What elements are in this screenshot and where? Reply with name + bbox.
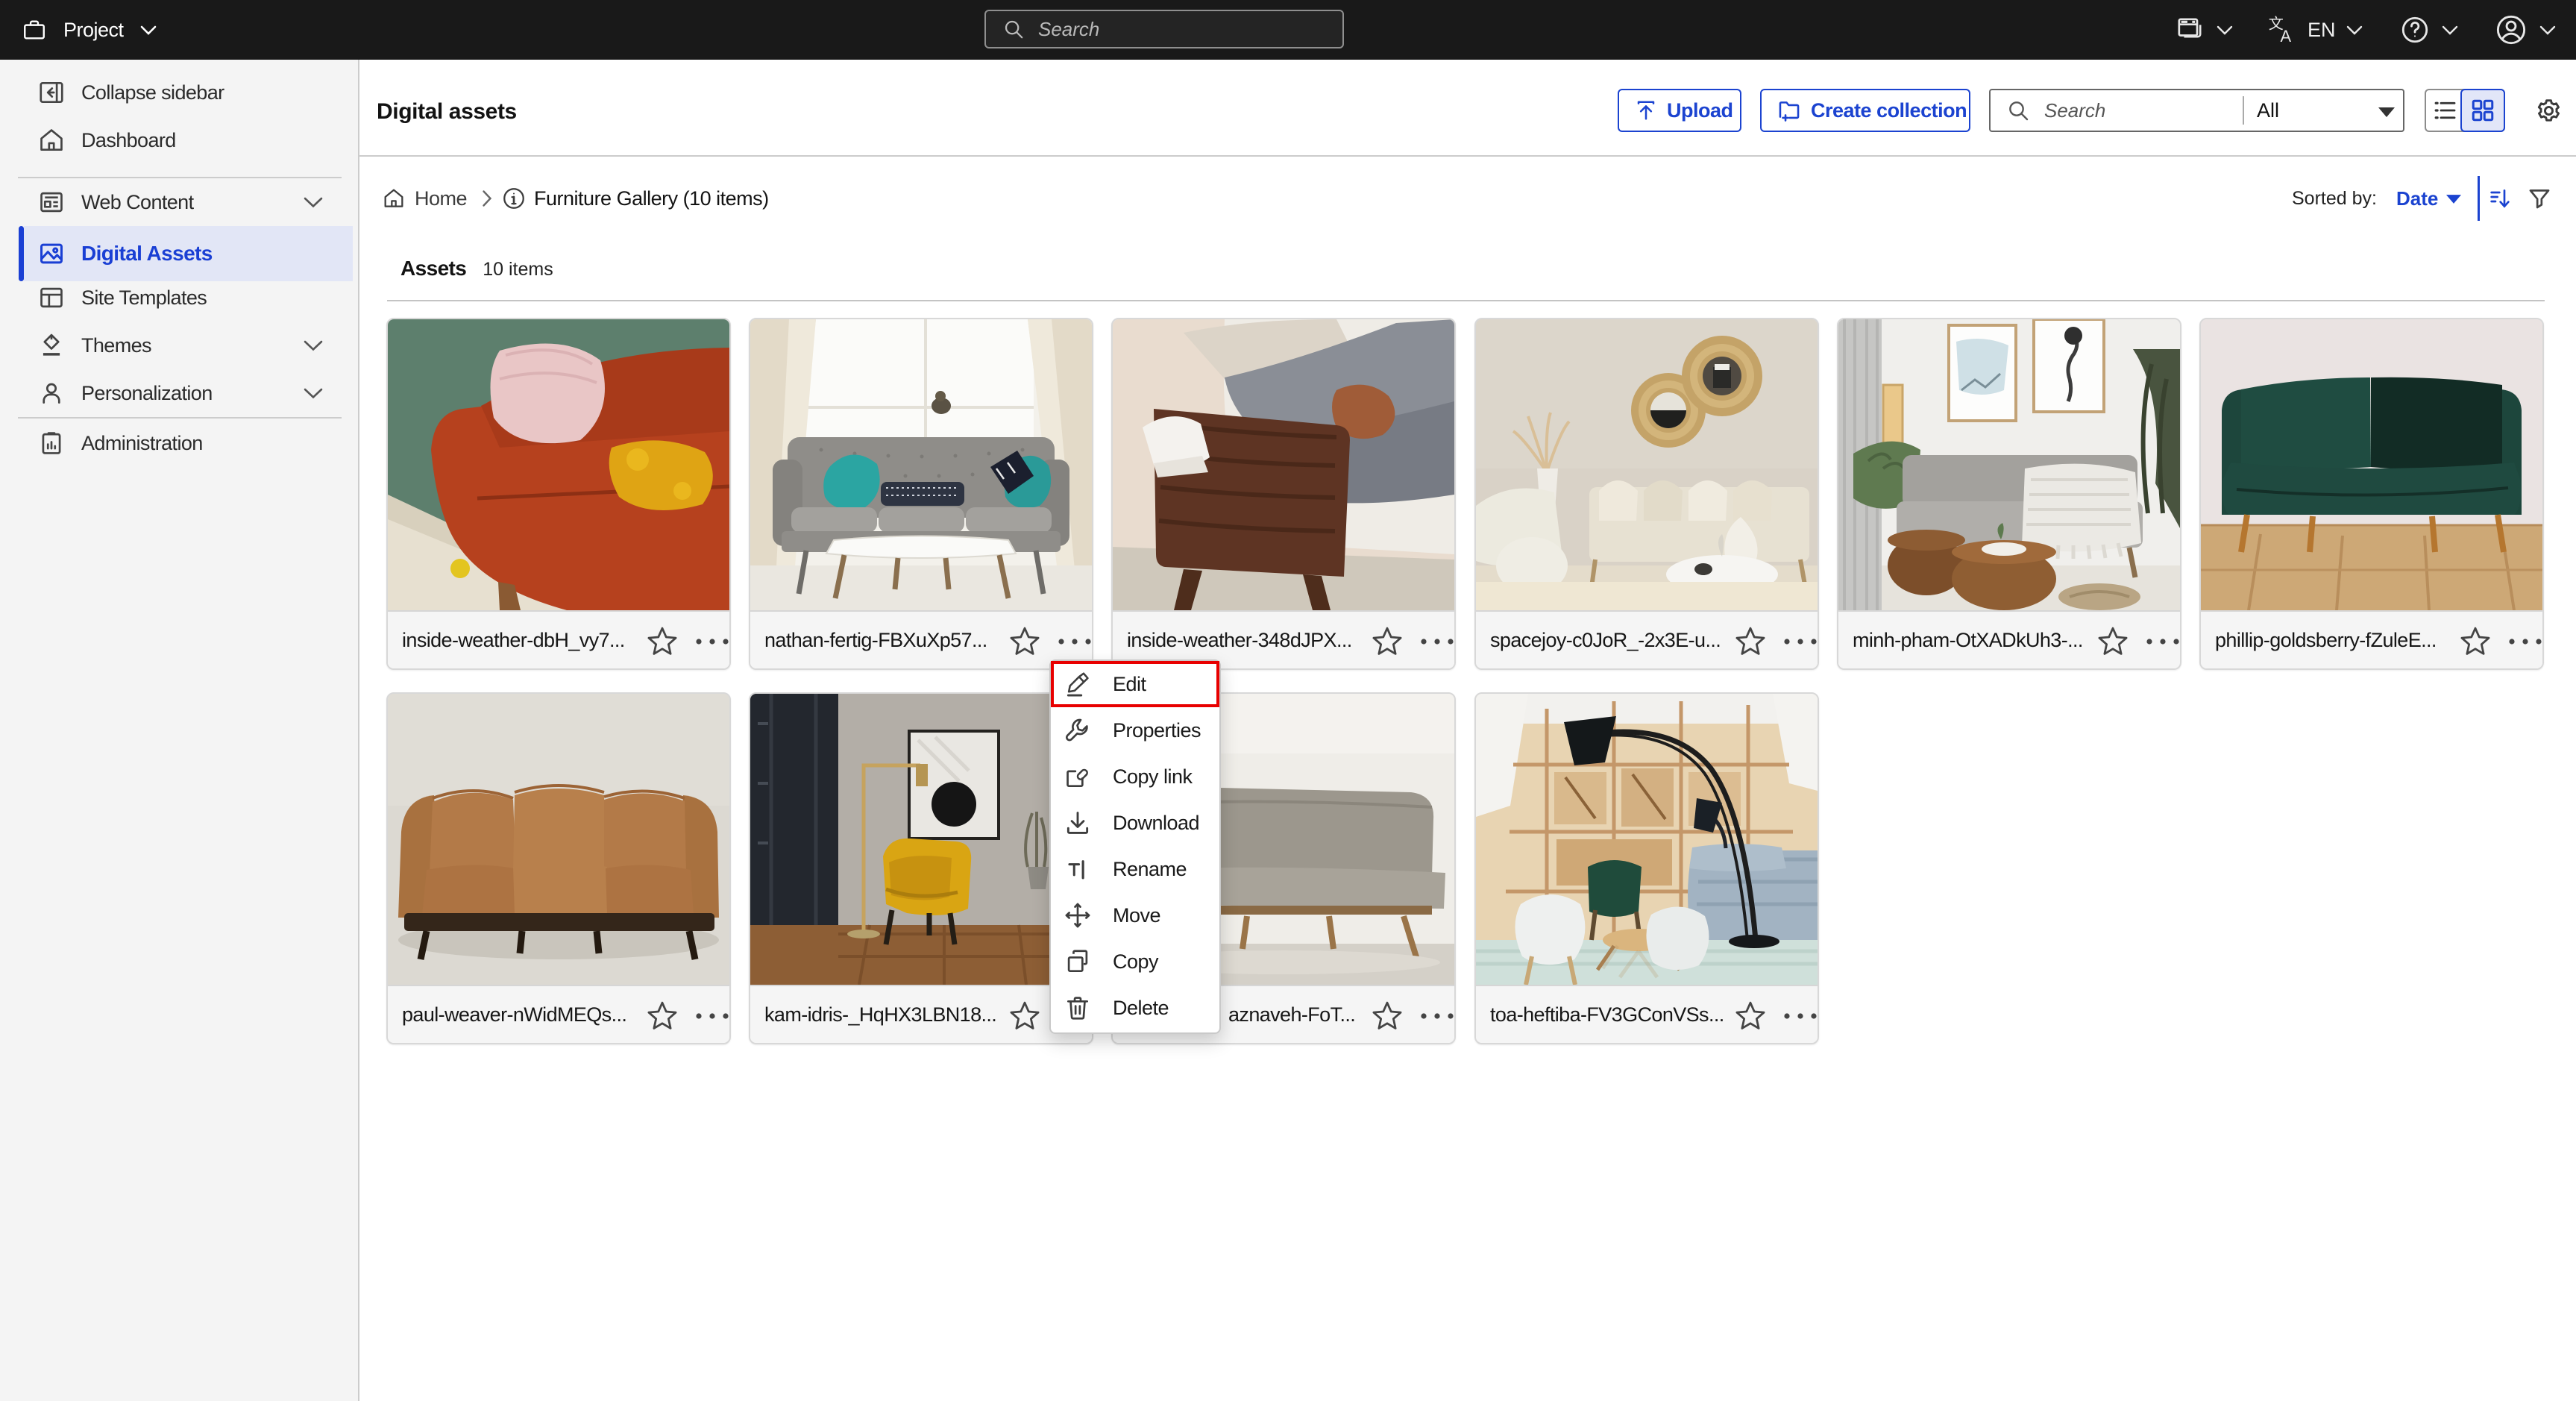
svg-text:A: A [2281,27,2292,46]
